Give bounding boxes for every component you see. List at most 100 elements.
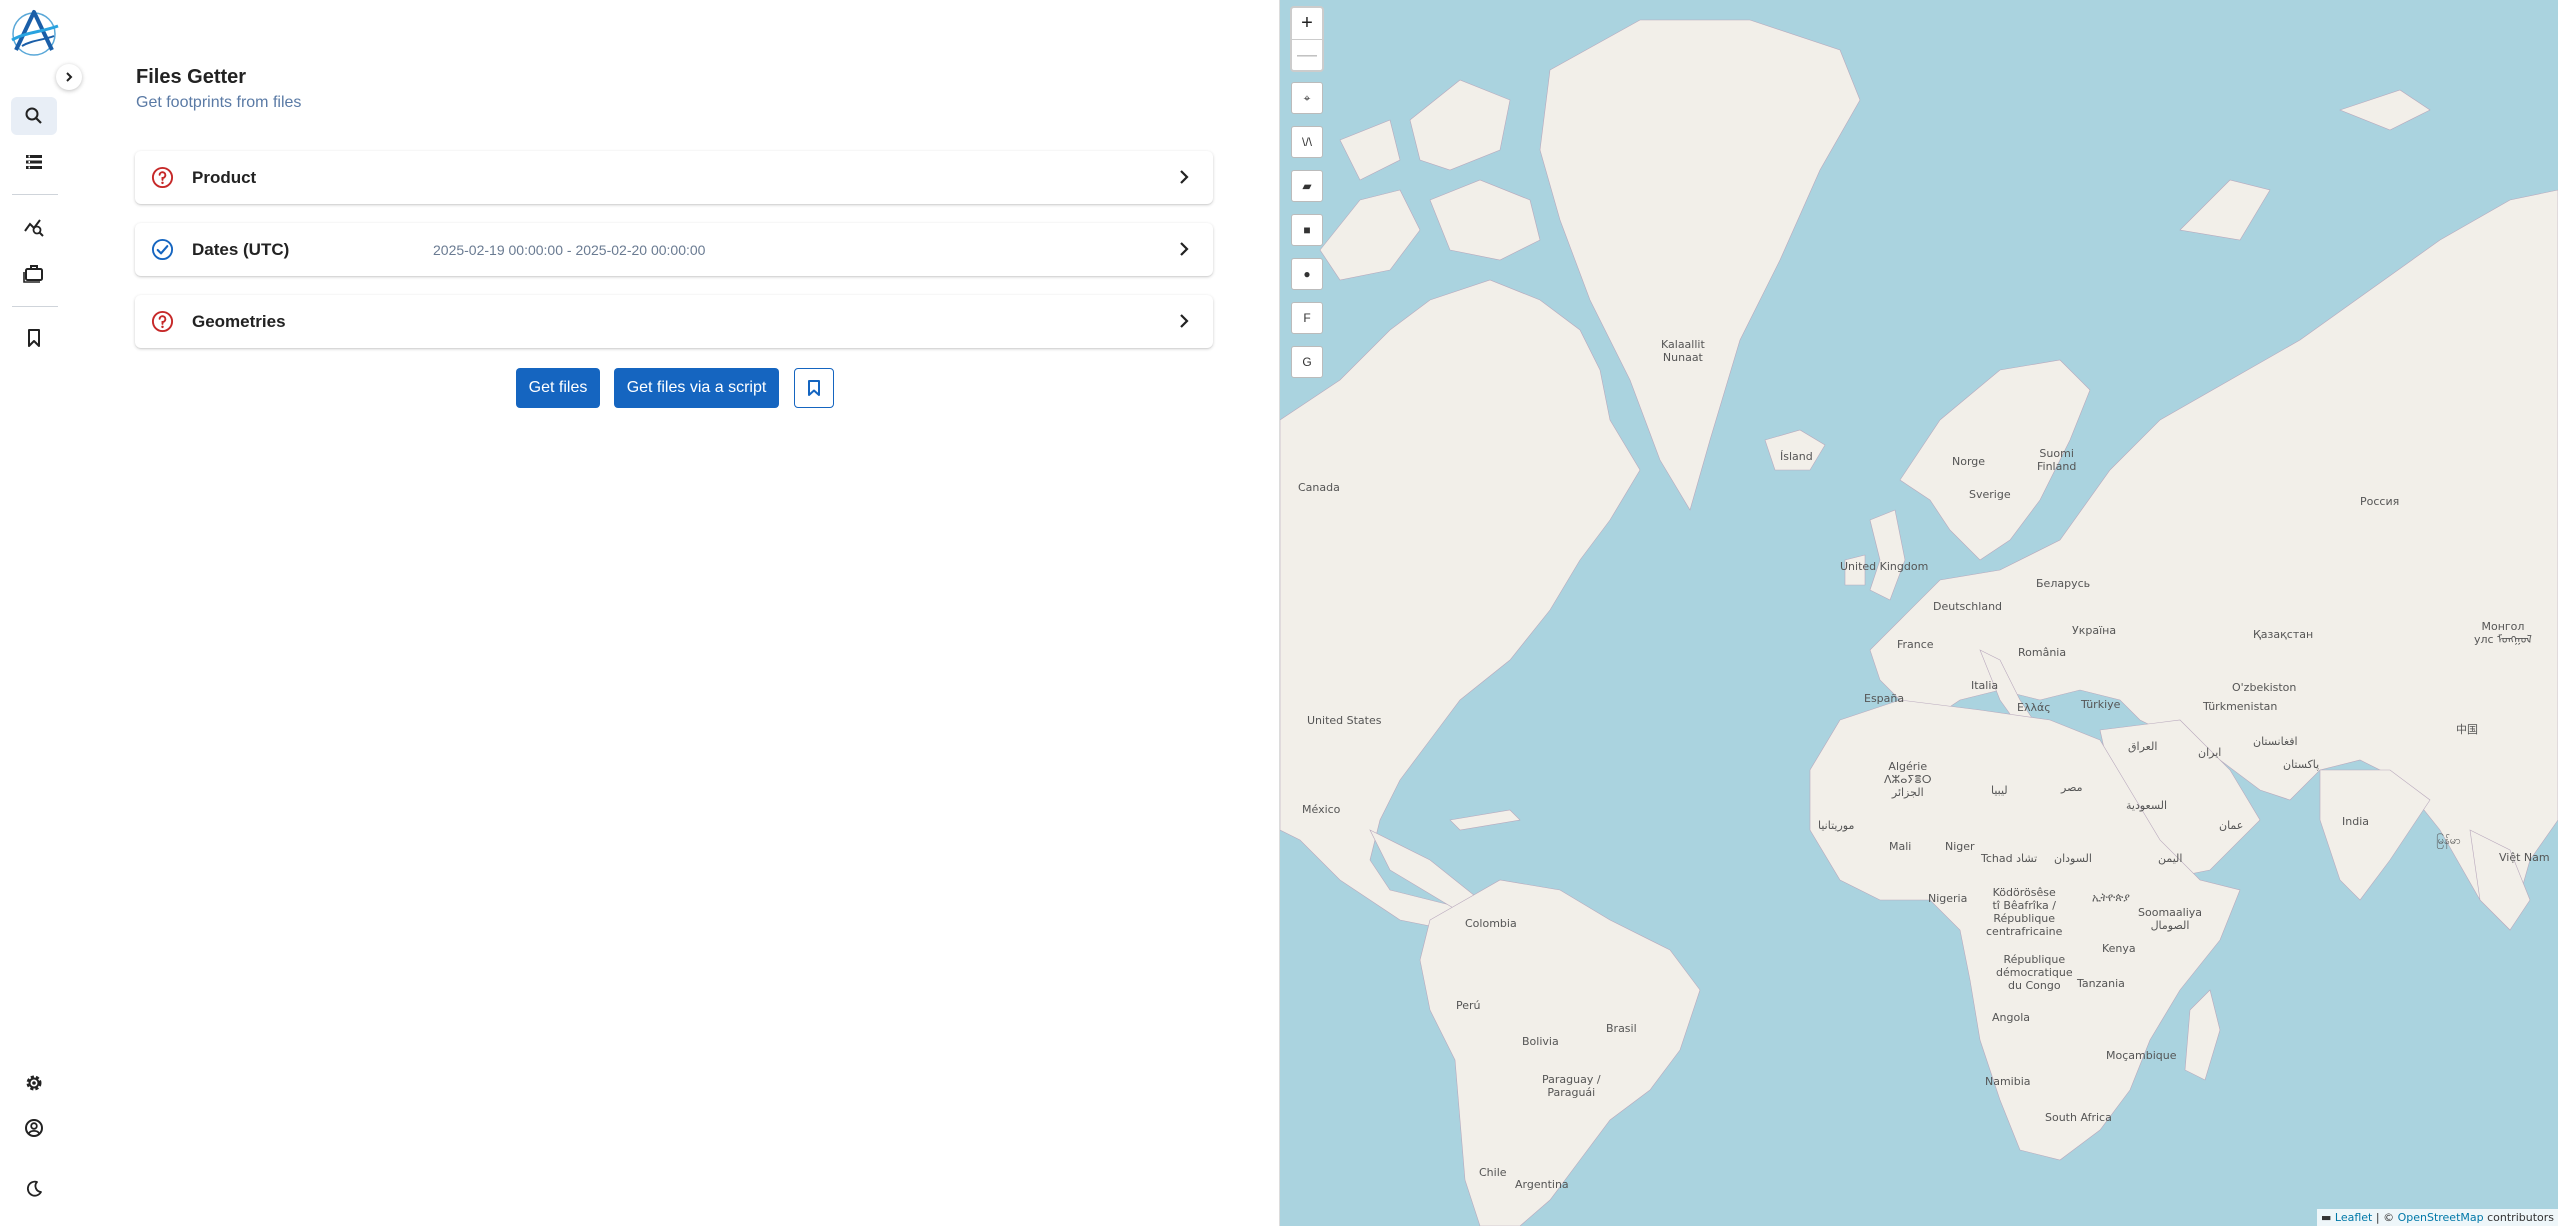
map-label: Canada (1298, 481, 1340, 494)
draw-marker-button[interactable]: ⌖ (1291, 82, 1323, 114)
tool-g-button[interactable]: G (1291, 346, 1323, 378)
map-label: العراق (2128, 740, 2158, 753)
criteria-card-product[interactable]: Product (135, 151, 1213, 204)
user-circle-icon (25, 1119, 43, 1137)
map-label: Türkiye (2081, 698, 2121, 711)
map-label: Россия (2360, 495, 2400, 508)
map-label: Brasil (1606, 1022, 1637, 1035)
map-label: ليبيا (1991, 784, 2008, 797)
search-icon (25, 107, 42, 124)
sidebar-item-settings[interactable] (11, 1064, 57, 1102)
zoom-in-button[interactable]: + (1292, 8, 1322, 39)
leaflet-link[interactable]: Leaflet (2335, 1211, 2372, 1224)
map-label: السعودية (2126, 799, 2168, 812)
sidebar-expand-button[interactable] (56, 64, 82, 90)
map-label: 中国 (2456, 723, 2478, 736)
theme-toggle-button[interactable] (11, 1170, 57, 1208)
map-label: Norge (1952, 455, 1986, 468)
sidebar (0, 0, 82, 1226)
map-label: Ελλάς (2017, 701, 2051, 714)
map-label: United Kingdom (1840, 560, 1929, 573)
map-label: Namibia (1985, 1075, 2031, 1088)
map-label: مصر (2061, 781, 2083, 794)
map-label: Italia (1971, 679, 1999, 692)
criteria-card-geometries[interactable]: Geometries (135, 295, 1213, 348)
attribution-separator: | © (2372, 1211, 2398, 1224)
map-label: Nigeria (1928, 892, 1968, 905)
zoom-out-button[interactable]: — (1292, 39, 1322, 71)
map-label: România (2018, 646, 2067, 659)
bookmark-icon (808, 380, 820, 396)
map-label: Монгол улс ᠮᠣᠩᠭᠣᠯ (2474, 620, 2532, 646)
map-label: Kalaallit Nunaat (1661, 338, 1705, 364)
map-label: Bolivia (1522, 1035, 1559, 1048)
map-label: Chile (1479, 1166, 1507, 1179)
map-label: Україна (2072, 624, 2117, 637)
list-icon (26, 155, 42, 169)
save-bookmark-button[interactable] (794, 368, 834, 408)
sidebar-item-bookmarks[interactable] (11, 319, 57, 357)
analytics-icon (24, 219, 44, 237)
osm-link[interactable]: OpenStreetMap (2398, 1211, 2484, 1224)
sidebar-item-list[interactable] (11, 143, 57, 181)
tool-f-button[interactable]: F (1291, 302, 1323, 334)
map-label: افغانستان (2253, 735, 2298, 748)
map-label: Việt Nam (2499, 851, 2550, 864)
map-label: India (2342, 815, 2369, 828)
map-label: Deutschland (1933, 600, 2003, 613)
map-label: Algérie ⴷⵣⴰⵢⴻⵔ الجزائر (1884, 760, 1932, 799)
map-label: Colombia (1465, 917, 1517, 930)
map-label: السودان (2054, 852, 2092, 865)
map-label: Perú (1456, 999, 1481, 1012)
page-subtitle: Get footprints from files (136, 94, 302, 111)
map-label: Sverige (1969, 488, 2011, 501)
sidebar-item-analytics[interactable] (11, 208, 57, 246)
map-label: République démocratique du Congo (1996, 953, 2073, 992)
criteria-title: Product (192, 167, 257, 187)
map-label: ایران (2198, 746, 2222, 759)
map-label: Қазақстан (2253, 628, 2314, 641)
map-label: Беларусь (2036, 577, 2091, 590)
draw-polygon-button[interactable]: ▰ (1291, 170, 1323, 202)
sidebar-item-briefcase[interactable] (11, 254, 57, 292)
moon-icon (26, 1180, 42, 1197)
draw-circle-button[interactable]: ● (1291, 258, 1323, 290)
get-files-button[interactable]: Get files (516, 368, 600, 408)
map-label: Ísland (1780, 450, 1813, 463)
briefcase-icon (23, 265, 43, 283)
chevron-right-icon (1180, 242, 1189, 256)
map-label: Argentina (1515, 1178, 1569, 1191)
zoom-control: + — (1290, 6, 1324, 72)
flag-icon: ▬ (2321, 1211, 2332, 1224)
map-label: Tanzania (2077, 977, 2125, 990)
map-label: South Africa (2045, 1111, 2112, 1124)
criteria-title: Dates (UTC) (192, 239, 290, 259)
map-label: United States (1307, 714, 1382, 727)
draw-rectangle-button[interactable]: ■ (1291, 214, 1323, 246)
map-label: O'zbekiston (2232, 681, 2297, 694)
attribution-suffix: contributors (2483, 1211, 2554, 1224)
criteria-card-dates[interactable]: Dates (UTC) 2025-02-19 00:00:00 - 2025-0… (135, 223, 1213, 276)
map-label: ኢትዮጵያ (2092, 891, 2130, 904)
criteria-value: 2025-02-19 00:00:00 - 2025-02-20 00:00:0… (433, 241, 706, 258)
map-label: Türkmenistan (2203, 700, 2278, 713)
chevron-right-icon (1180, 314, 1189, 328)
draw-polyline-button[interactable]: \/\ (1291, 126, 1323, 158)
map-label: پاکستان (2283, 758, 2320, 771)
gear-icon (26, 1075, 42, 1091)
map-label: Niger (1945, 840, 1975, 853)
map-view[interactable]: Kalaallit Nunaat Ísland Canada Norge Suom… (1280, 0, 2558, 1226)
map-label: عمان (2219, 819, 2244, 832)
map-label: Paraguay / Paraguái (1542, 1073, 1601, 1099)
get-files-script-button[interactable]: Get files via a script (614, 368, 779, 408)
sidebar-divider (12, 306, 58, 307)
question-circle-icon (151, 166, 174, 189)
sidebar-item-search[interactable] (11, 97, 57, 135)
map-label: Kenya (2102, 942, 2136, 955)
map-label: Ködörösêse tî Bêafrîka / République centraf… (1986, 886, 2063, 938)
map-attribution: ▬ Leaflet | © OpenStreetMap contributors (2317, 1209, 2558, 1226)
map-label: Soomaaliya الصومال (2138, 906, 2203, 932)
map-label: Tchad تشاد (1981, 852, 2038, 865)
sidebar-item-account[interactable] (11, 1109, 57, 1147)
map-label: မြန်မာ (2436, 834, 2461, 847)
